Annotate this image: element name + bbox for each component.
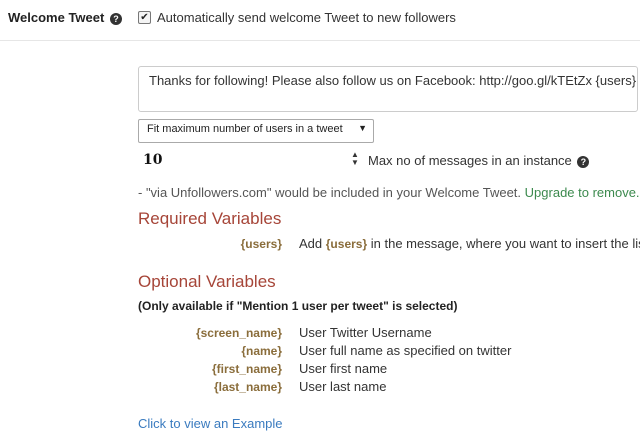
section-divider (0, 40, 640, 41)
via-note: - "via Unfollowers.com" would be include… (138, 185, 640, 200)
required-desc-var: {users} (325, 237, 368, 251)
max-messages-label-text: Max no of messages in an instance (368, 153, 572, 168)
spinner-down-icon[interactable]: ▼ (351, 159, 359, 167)
mode-select[interactable]: Fit maximum number of users in a tweet ▼ (138, 119, 374, 143)
auto-send-checkbox[interactable]: ✔ (138, 11, 151, 24)
view-example-link[interactable]: Click to view an Example (138, 416, 283, 431)
optional-variables-heading: Optional Variables (138, 272, 276, 291)
optional-variable-desc: User first name (299, 361, 388, 376)
dropdown-arrow-icon: ▼ (358, 123, 367, 133)
optional-variable-desc: User last name (299, 379, 387, 394)
number-spinner[interactable]: ▲ ▼ (351, 151, 359, 167)
optional-variable-name: {last_name} (213, 380, 282, 394)
upgrade-link[interactable]: Upgrade to remove. (525, 185, 640, 200)
optional-variables-note: (Only available if "Mention 1 user per t… (138, 299, 458, 313)
required-variables-heading: Required Variables (138, 209, 282, 228)
required-variable-desc: Add {users} in the message, where you wa… (299, 236, 640, 251)
auto-send-checkbox-label[interactable]: Automatically send welcome Tweet to new … (157, 10, 456, 25)
required-desc-prefix: Add (299, 236, 323, 251)
optional-variable-desc: User full name as specified on twitter (299, 343, 512, 358)
optional-variable-desc: User Twitter Username (299, 325, 432, 340)
optional-variable-name: {first_name} (211, 362, 282, 376)
welcome-tweet-label: Welcome Tweet ? (8, 10, 122, 25)
optional-variable-name: {screen_name} (195, 326, 282, 340)
required-variable-name: {users} (240, 237, 282, 251)
max-messages-label: Max no of messages in an instance ? (368, 153, 590, 168)
required-desc-suffix: in the message, where you want to insert… (370, 236, 640, 251)
welcome-tweet-label-text: Welcome Tweet (8, 10, 105, 25)
max-messages-input[interactable]: 10 (143, 152, 162, 168)
welcome-message-textarea[interactable]: Thanks for following! Please also follow… (138, 66, 638, 112)
mode-select-value: Fit maximum number of users in a tweet (147, 123, 343, 135)
via-note-text: - "via Unfollowers.com" would be include… (138, 185, 522, 200)
question-circle-icon[interactable]: ? (577, 156, 590, 168)
question-circle-icon[interactable]: ? (109, 13, 122, 25)
optional-variable-name: {name} (241, 344, 282, 358)
